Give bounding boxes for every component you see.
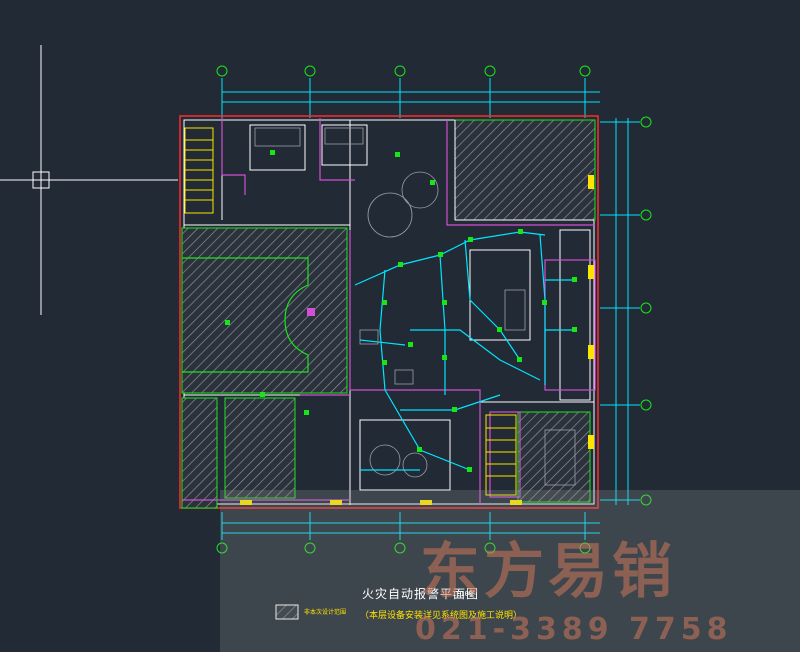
right-grid-axes xyxy=(600,116,652,506)
cad-viewport[interactable]: 火灾自动报警平面图 1:100 非本次设计范围 （本层设备安装详见系统图及施工说… xyxy=(0,0,800,652)
crosshair-cursor-icon xyxy=(0,45,178,315)
equipment-marker xyxy=(307,308,315,316)
watermark-brand: 东方易销 xyxy=(420,537,676,607)
watermark-phone: 021-3389 7758 xyxy=(415,612,733,647)
legend-label: 非本次设计范围 xyxy=(304,609,347,616)
hatched-areas xyxy=(181,119,596,509)
top-grid-axes xyxy=(216,65,600,118)
